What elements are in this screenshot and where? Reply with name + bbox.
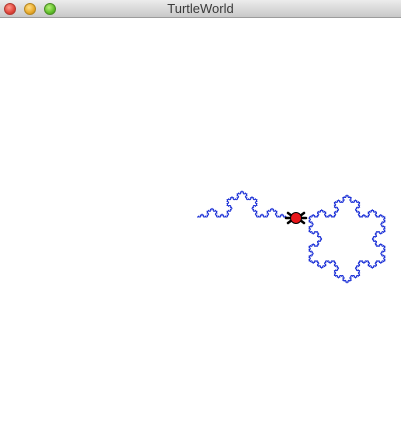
title-bar[interactable]: TurtleWorld [0, 0, 401, 18]
koch-snowflake [308, 194, 386, 284]
turtleworld-window: TurtleWorld [0, 0, 401, 425]
window-title: TurtleWorld [167, 1, 234, 16]
drawing-surface [197, 190, 386, 284]
turtle-canvas[interactable] [0, 18, 401, 425]
turtle-icon [284, 211, 308, 225]
koch-trail-left [197, 190, 287, 218]
